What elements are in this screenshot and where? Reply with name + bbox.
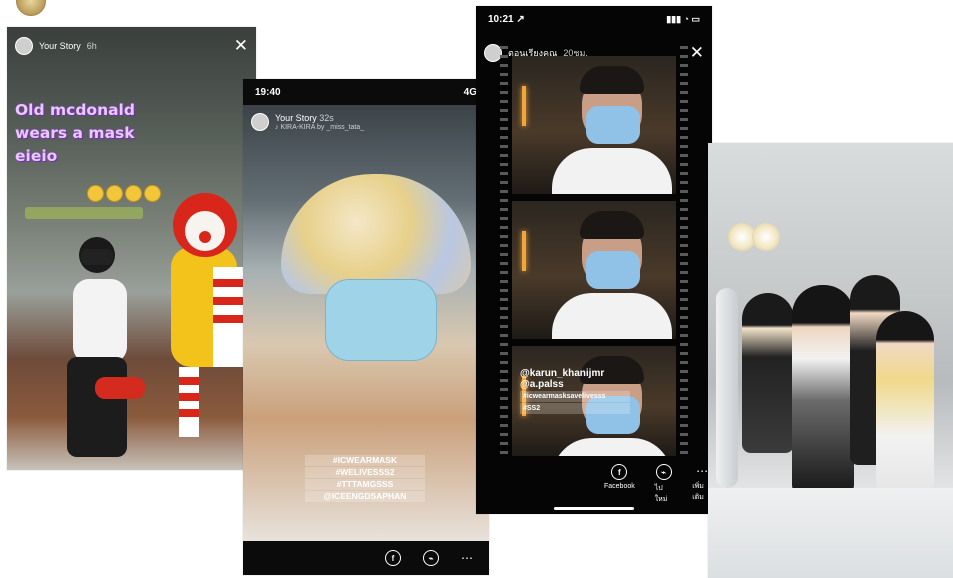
caption-line: Old mcdonald	[15, 101, 135, 119]
ceiling-light	[752, 223, 780, 251]
mention[interactable]: @a.palss	[520, 379, 630, 390]
hashtag-stack[interactable]: #ICWEARMASK #WELIVESSS2 #TTTAMGSSS @ICEE…	[305, 454, 425, 503]
story-card-2[interactable]: 19:40 4G Your Story 32s ♪ KIRA-KIRA by _…	[243, 79, 489, 575]
more-icon[interactable]: ⋯	[461, 551, 473, 565]
avatar[interactable]	[251, 113, 269, 131]
close-icon[interactable]: ✕	[690, 44, 704, 61]
action-label: ไปใหม่	[654, 485, 668, 503]
story-footer: f ⌁ ⋯	[243, 541, 489, 575]
story-time: 32s	[319, 113, 334, 123]
caption-line: wears a mask	[15, 124, 135, 142]
counter-surface	[708, 488, 953, 578]
messenger-icon[interactable]: ⌁	[423, 550, 439, 566]
story-card-3[interactable]: 10:21 ↗ ▮▮▮ ◔ ▭ ตอนเรียงคุณ 20ชม. ✕ @kar…	[476, 6, 712, 514]
status-time: 10:21 ↗	[488, 13, 525, 25]
film-sprocket	[680, 46, 688, 454]
hashtag[interactable]: #SS2	[520, 403, 630, 414]
story-caption: Old mcdonald wears a mask eieio	[15, 99, 245, 168]
caption-line: eieio	[15, 147, 58, 165]
home-indicator	[554, 507, 634, 510]
ronald-statue	[171, 193, 243, 437]
story-author[interactable]: Your Story	[39, 41, 81, 51]
hashtag[interactable]: #WELIVESSS2	[305, 467, 425, 478]
story-header: Your Story 32s ♪ KIRA-KIRA by _miss_tata…	[251, 113, 364, 131]
story-header: Your Story 6h	[15, 37, 97, 55]
status-bar: 19:40 4G	[243, 79, 489, 105]
mask-emoji-icon	[106, 185, 123, 202]
group-member	[742, 293, 794, 453]
mask-emoji-icon	[125, 185, 142, 202]
status-icons: ▮▮▮ ◔ ▭	[666, 13, 700, 24]
photo-frame	[512, 56, 676, 194]
mention[interactable]: @karun_khanijmr	[520, 368, 630, 379]
hashtag[interactable]: @ICEENGDSAPHAN	[305, 491, 425, 502]
share-messenger-button[interactable]: ⌁ ไปใหม่	[655, 464, 673, 505]
share-actions: f Facebook ⌁ ไปใหม่ ⋯ เพิ่มเติม	[604, 464, 712, 505]
story-card-4[interactable]	[708, 143, 953, 578]
share-facebook-button[interactable]: f Facebook	[604, 464, 635, 505]
face-mask	[325, 279, 437, 361]
group-member	[876, 311, 934, 491]
hashtag[interactable]: #ICWEARMASK	[305, 455, 425, 466]
facebook-icon[interactable]: f	[385, 550, 401, 566]
mask-emoji-icon	[87, 185, 104, 202]
close-icon[interactable]: ✕	[234, 37, 248, 54]
mention-stack[interactable]: @karun_khanijmr @a.palss #icwearmasksave…	[520, 368, 630, 415]
status-bar: 10:21 ↗ ▮▮▮ ◔ ▭	[476, 6, 712, 32]
action-label: Facebook	[604, 483, 635, 490]
music-label[interactable]: ♪ KIRA-KIRA by _miss_tata_	[275, 124, 364, 131]
avatar[interactable]	[15, 37, 33, 55]
story-time: 6h	[86, 41, 97, 51]
status-time: 19:40	[255, 86, 281, 98]
hashtag[interactable]: #TTTAMGSSS	[305, 479, 425, 490]
mask-emoji-row	[87, 185, 161, 202]
mirror-edge	[716, 288, 738, 488]
more-icon: ⋯	[696, 464, 709, 478]
film-sprocket	[500, 46, 508, 454]
story-card-1[interactable]: Your Story 6h ✕ Old mcdonald wears a mas…	[7, 27, 256, 470]
facebook-icon: f	[611, 464, 628, 480]
person-sitting	[67, 237, 145, 457]
messenger-icon: ⌁	[655, 464, 672, 480]
photo-frame	[512, 201, 676, 339]
group-member	[792, 285, 854, 495]
status-network: 4G	[463, 86, 477, 98]
hashtag-sticker[interactable]	[25, 207, 143, 219]
logo-emblem	[16, 0, 46, 16]
hashtag[interactable]: #icwearmasksavelivesss	[520, 391, 630, 402]
story-author[interactable]: Your Story	[275, 113, 317, 123]
